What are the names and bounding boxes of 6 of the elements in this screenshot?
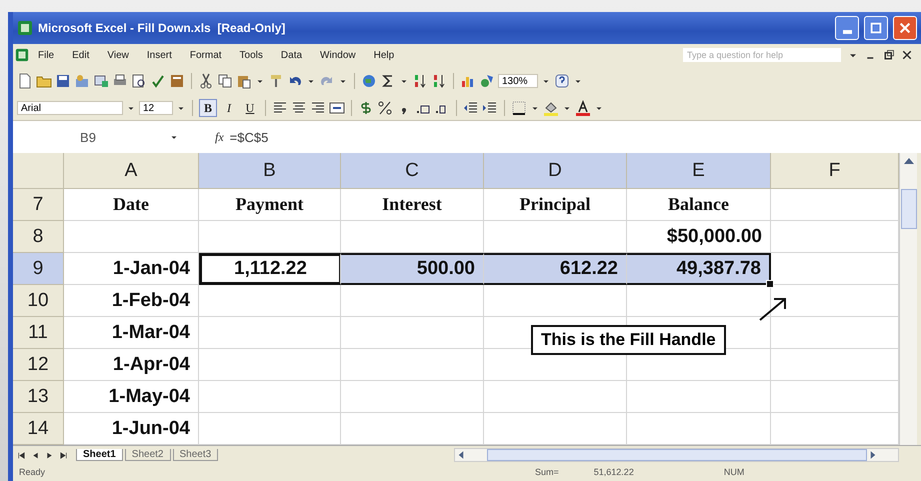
status-text: Ready	[19, 467, 46, 477]
sum-value: 51,612.22	[594, 467, 634, 477]
sum-label: Sum=	[535, 467, 559, 477]
window-title: Microsoft Excel - Fill Down.xls [Read-Only]	[38, 21, 286, 35]
fill-handle-tooltip: This is the Fill Handle	[531, 325, 726, 355]
mode-indicator: NUM	[724, 467, 744, 477]
